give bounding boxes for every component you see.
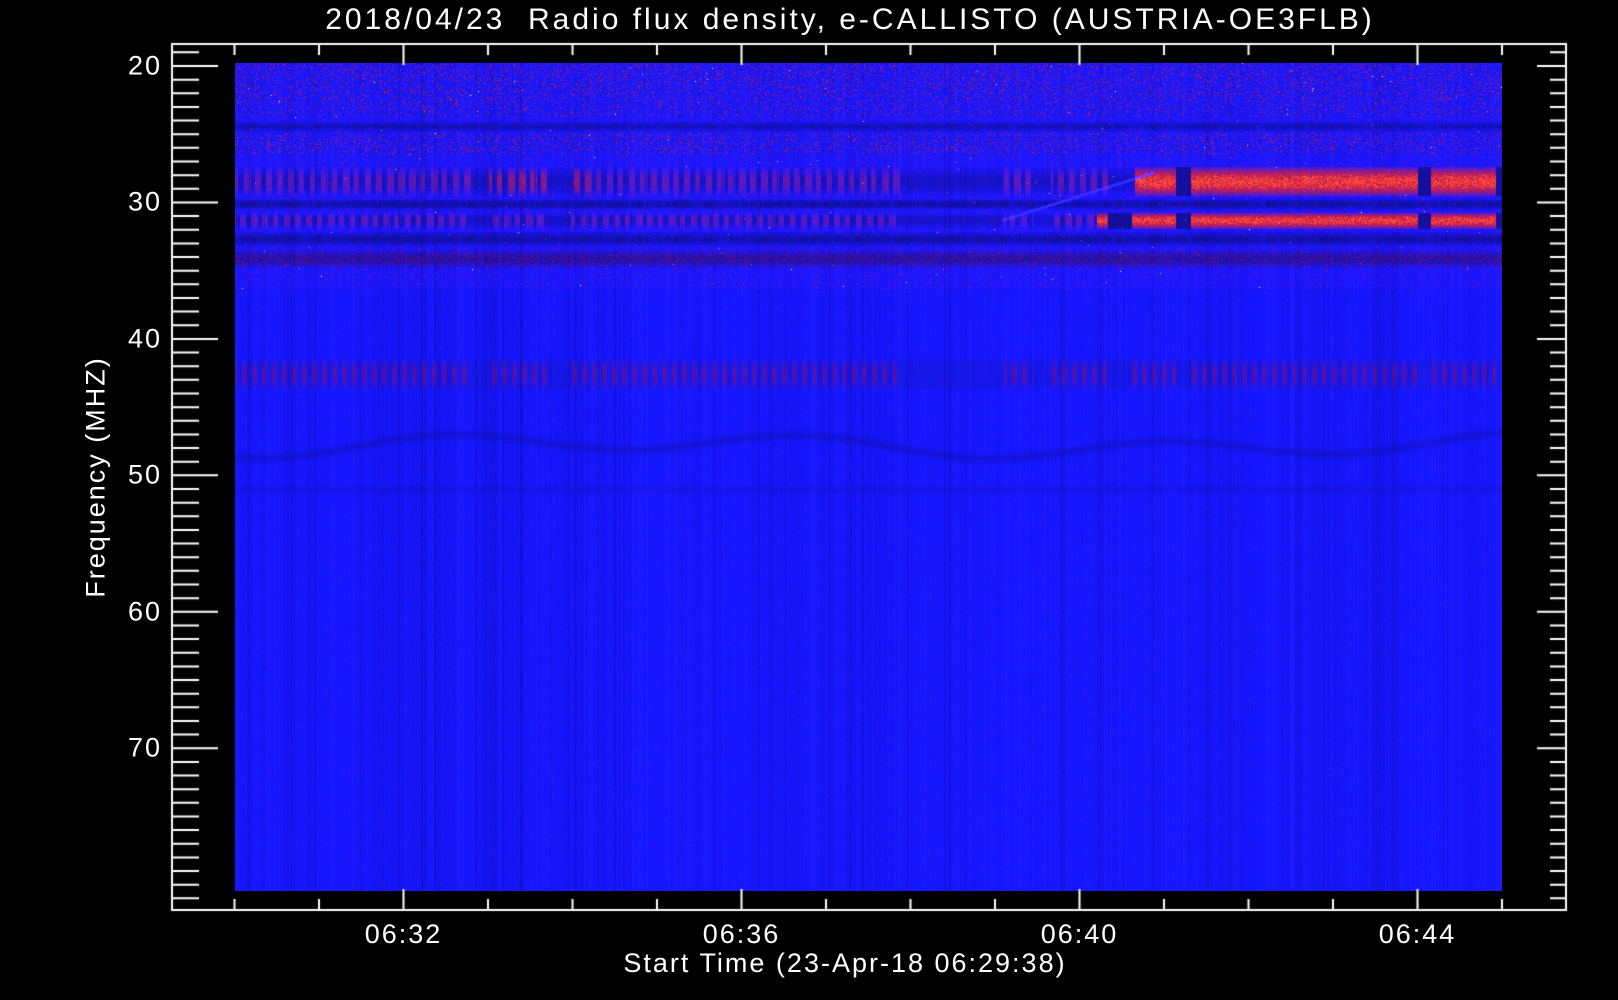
- x-tick-label: 06:40: [1040, 919, 1119, 949]
- spectrogram-figure: 2018/04/23 Radio flux density, e-CALLIST…: [0, 0, 1618, 1000]
- y-tick-label: 30: [127, 186, 162, 217]
- axes-layer: [0, 0, 1618, 1000]
- y-tick-label: 40: [127, 323, 162, 354]
- x-axis-label: Start Time (23-Apr-18 06:29:38): [623, 948, 1067, 978]
- y-tick-label: 70: [127, 732, 162, 763]
- x-tick-label: 06:32: [364, 919, 443, 949]
- y-tick-label: 60: [127, 596, 162, 627]
- y-tick-label: 20: [127, 50, 162, 81]
- x-tick-label: 06:36: [702, 919, 781, 949]
- x-tick-label: 06:44: [1378, 919, 1457, 949]
- y-axis-label: Frequency (MHZ): [80, 356, 111, 598]
